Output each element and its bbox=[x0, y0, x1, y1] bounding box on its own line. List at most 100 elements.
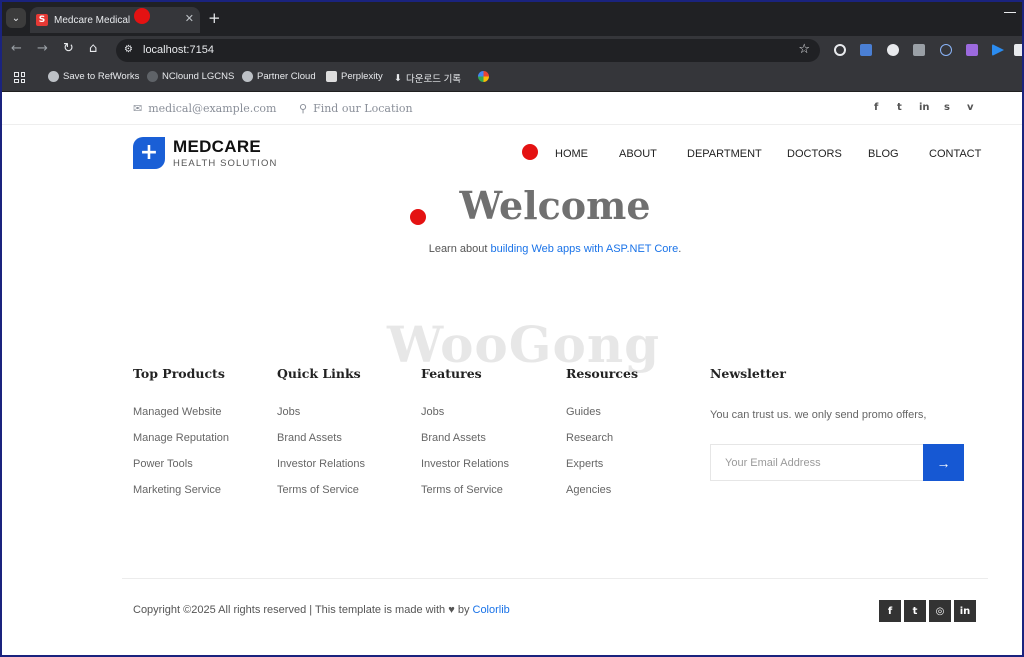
colorlib-link[interactable]: Colorlib bbox=[473, 604, 510, 616]
browser-tab[interactable]: S Medcare Medical ✕ bbox=[30, 7, 200, 33]
footer-link[interactable]: Terms of Service bbox=[277, 484, 365, 510]
extension-contrast-icon[interactable] bbox=[887, 44, 899, 56]
tab-search-button[interactable]: ⌄ bbox=[6, 8, 26, 28]
bookmark-item[interactable]: Save to RefWorks bbox=[48, 71, 139, 82]
docs-link[interactable]: building Web apps with ASP.NET Core bbox=[490, 243, 678, 255]
newsletter-submit-button[interactable]: → bbox=[923, 444, 964, 481]
contact-topbar: ✉ medical@example.com ⚲ Find our Locatio… bbox=[2, 93, 1022, 125]
extension-reader-icon[interactable] bbox=[913, 44, 925, 56]
footer-link[interactable]: Terms of Service bbox=[421, 484, 509, 510]
footer-divider bbox=[122, 578, 988, 579]
footer-facebook-icon[interactable]: f bbox=[879, 600, 901, 622]
footer-heading: Newsletter bbox=[710, 366, 786, 381]
nav-home[interactable]: HOME bbox=[555, 148, 588, 160]
footer-link[interactable]: Agencies bbox=[566, 484, 638, 510]
footer-link[interactable]: Managed Website bbox=[133, 406, 229, 432]
twitter-icon[interactable]: t bbox=[897, 102, 902, 113]
medical-cross-icon: + bbox=[133, 137, 165, 169]
extension-translate-icon[interactable] bbox=[860, 44, 872, 56]
nav-doctors[interactable]: DOCTORS bbox=[787, 148, 842, 160]
footer-heading: Quick Links bbox=[277, 366, 361, 381]
home-icon[interactable]: ⌂ bbox=[89, 42, 97, 56]
annotation-dot bbox=[410, 209, 426, 225]
back-icon[interactable]: ← bbox=[11, 42, 22, 56]
globe-icon bbox=[242, 71, 253, 82]
footer-link[interactable]: Research bbox=[566, 432, 638, 458]
url-text[interactable]: localhost:7154 bbox=[143, 44, 214, 56]
new-tab-button[interactable]: + bbox=[208, 9, 221, 27]
footer-link[interactable]: Jobs bbox=[421, 406, 509, 432]
footer-column-top-products: Top Products Managed Website Manage Repu… bbox=[133, 366, 229, 510]
reload-icon[interactable]: ↻ bbox=[63, 42, 74, 56]
apps-grid-icon[interactable] bbox=[14, 72, 25, 83]
download-icon: ⬇ bbox=[394, 72, 402, 84]
bookmark-star-icon[interactable]: ☆ bbox=[798, 42, 810, 57]
extension-react-icon[interactable] bbox=[940, 44, 952, 56]
site-logo[interactable]: + MEDCARE HEALTH SOLUTION bbox=[133, 137, 277, 169]
footer-link[interactable]: Marketing Service bbox=[133, 484, 229, 510]
footer-link[interactable]: Brand Assets bbox=[421, 432, 509, 458]
browser-toolbar: ← → ↻ ⌂ ⚙ localhost:7154 ☆ bbox=[2, 36, 1022, 64]
footer-column-features: Features Jobs Brand Assets Investor Rela… bbox=[421, 366, 509, 510]
footer-link[interactable]: Brand Assets bbox=[277, 432, 365, 458]
footer-link[interactable]: Experts bbox=[566, 458, 638, 484]
web-page: ✉ medical@example.com ⚲ Find our Locatio… bbox=[2, 93, 1022, 655]
footer-column-newsletter: Newsletter bbox=[710, 366, 786, 381]
footer-heading: Resources bbox=[566, 366, 638, 381]
bookmark-item[interactable]: NClound LGCNS bbox=[147, 71, 234, 82]
bookmark-item[interactable]: ⬇ 다운로드 기록 bbox=[394, 71, 461, 86]
google-icon bbox=[478, 71, 489, 82]
forward-icon[interactable]: → bbox=[37, 42, 48, 56]
extension-gem-icon[interactable] bbox=[966, 44, 978, 56]
bookmark-item[interactable]: Perplexity bbox=[326, 71, 383, 82]
footer-link[interactable]: Jobs bbox=[277, 406, 365, 432]
footer-dribbble-icon[interactable]: ◎ bbox=[929, 600, 951, 622]
intro-text: Learn about building Web apps with ASP.N… bbox=[428, 243, 682, 255]
tab-close-icon[interactable]: ✕ bbox=[185, 12, 194, 25]
perplexity-icon bbox=[326, 71, 337, 82]
bookmark-item[interactable]: Partner Cloud bbox=[242, 71, 316, 82]
footer-column-resources: Resources Guides Research Experts Agenci… bbox=[566, 366, 638, 510]
envelope-icon: ✉ bbox=[133, 102, 143, 115]
extension-record-icon[interactable] bbox=[834, 44, 846, 56]
footer-link[interactable]: Investor Relations bbox=[277, 458, 365, 484]
tab-bar: ⌄ S Medcare Medical ✕ + bbox=[2, 2, 1022, 36]
nav-department[interactable]: DEPARTMENT bbox=[687, 148, 762, 160]
nav-contact[interactable]: CONTACT bbox=[929, 148, 981, 160]
nav-blog[interactable]: BLOG bbox=[868, 148, 899, 160]
skype-icon[interactable]: s bbox=[944, 102, 950, 113]
site-favicon-icon: S bbox=[36, 14, 48, 26]
footer-heading: Features bbox=[421, 366, 482, 381]
footer-twitter-icon[interactable]: t bbox=[904, 600, 926, 622]
footer-link[interactable]: Investor Relations bbox=[421, 458, 509, 484]
vimeo-icon[interactable]: v bbox=[967, 102, 974, 113]
tab-title: Medcare Medical bbox=[54, 14, 131, 26]
linkedin-icon[interactable]: in bbox=[919, 102, 930, 113]
newsletter-email-input[interactable] bbox=[710, 444, 924, 481]
footer-linkedin-icon[interactable]: in bbox=[954, 600, 976, 622]
annotation-dot bbox=[134, 8, 150, 24]
site-info-icon[interactable]: ⚙ bbox=[124, 44, 133, 55]
brand-name: MEDCARE bbox=[173, 136, 262, 156]
address-bar[interactable]: ⚙ localhost:7154 ☆ bbox=[116, 39, 820, 62]
cloud-icon bbox=[147, 71, 158, 82]
newsletter-text: You can trust us. we only send promo off… bbox=[710, 409, 927, 421]
map-pin-icon: ⚲ bbox=[299, 102, 308, 115]
extension-cursor-icon[interactable] bbox=[992, 44, 1004, 56]
globe-icon bbox=[48, 71, 59, 82]
facebook-icon[interactable]: f bbox=[874, 102, 878, 113]
footer-column-quick-links: Quick Links Jobs Brand Assets Investor R… bbox=[277, 366, 365, 510]
email-contact[interactable]: ✉ medical@example.com bbox=[133, 102, 276, 115]
annotation-dot bbox=[522, 144, 538, 160]
bookmark-item[interactable] bbox=[478, 71, 489, 82]
footer-link[interactable]: Guides bbox=[566, 406, 638, 432]
page-title: Welcome bbox=[459, 183, 651, 228]
brand-tagline: HEALTH SOLUTION bbox=[173, 157, 278, 169]
copyright-text: Copyright ©2025 All rights reserved | Th… bbox=[133, 604, 510, 616]
minimize-icon[interactable] bbox=[1004, 12, 1016, 13]
footer-link[interactable]: Power Tools bbox=[133, 458, 229, 484]
footer-link[interactable]: Manage Reputation bbox=[133, 432, 229, 458]
location-link[interactable]: ⚲ Find our Location bbox=[299, 102, 413, 115]
extension-menu-icon[interactable] bbox=[1014, 44, 1022, 56]
nav-about[interactable]: ABOUT bbox=[619, 148, 657, 160]
